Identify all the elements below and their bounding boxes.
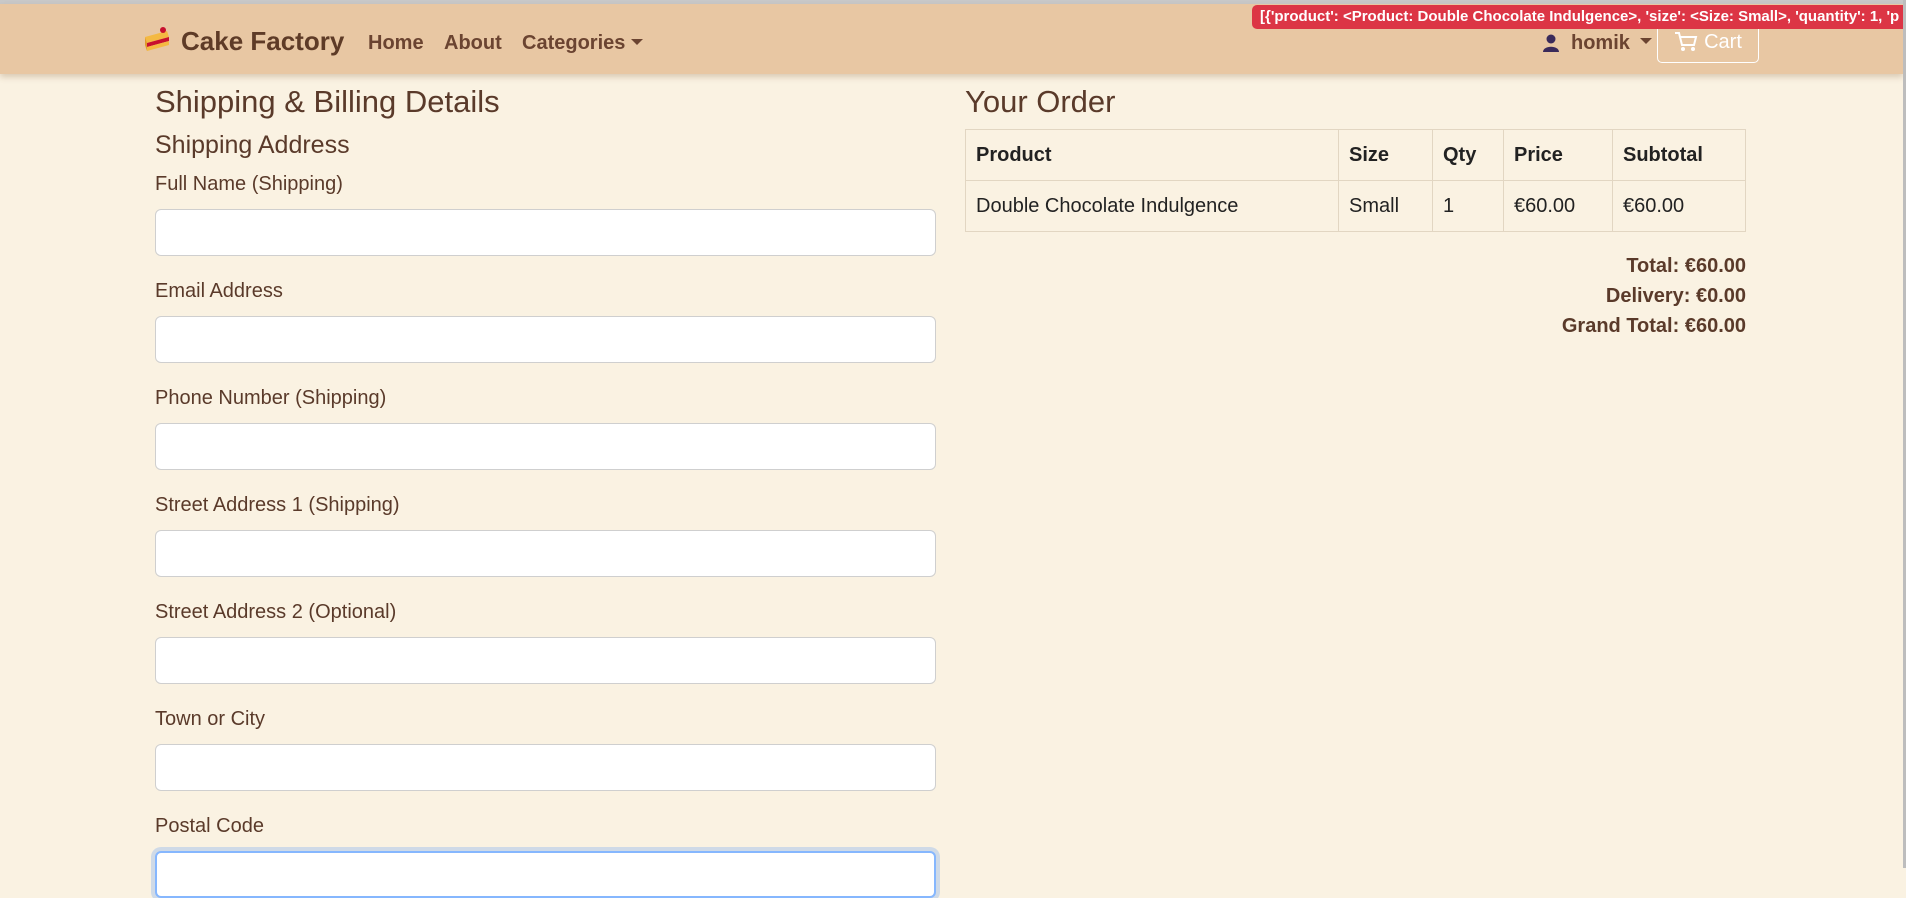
column-qty: Qty: [1432, 129, 1504, 181]
nav-about-link[interactable]: About: [444, 31, 502, 55]
nav-home-link[interactable]: Home: [368, 31, 424, 55]
cell-qty: 1: [1432, 180, 1504, 232]
email-label: Email Address: [155, 280, 283, 302]
user-name: homik: [1571, 31, 1630, 54]
cart-label: Cart: [1704, 30, 1742, 53]
cell-product: Double Chocolate Indulgence: [965, 180, 1339, 232]
brand-link[interactable]: Cake Factory: [141, 24, 344, 58]
street-address-2-label: Street Address 2 (Optional): [155, 601, 397, 623]
brand-name: Cake Factory: [181, 25, 345, 56]
shipping-address-heading: Shipping Address: [155, 131, 350, 159]
cake-slice-icon: [145, 27, 169, 51]
town-city-input[interactable]: [155, 744, 936, 791]
order-heading: Your Order: [965, 84, 1116, 119]
email-input[interactable]: [155, 316, 936, 363]
order-table-header: Product Size Qty Price Subtotal: [965, 129, 1746, 181]
cell-size: Small: [1338, 180, 1433, 232]
user-menu-dropdown[interactable]: homik: [1541, 31, 1652, 55]
cell-subtotal: €60.00: [1612, 180, 1746, 232]
phone-input[interactable]: [155, 423, 936, 470]
street-address-2-input[interactable]: [155, 637, 936, 684]
town-city-label: Town or City: [155, 708, 266, 730]
caret-down-icon: [631, 38, 644, 45]
phone-label: Phone Number (Shipping): [155, 387, 387, 409]
nav-categories-dropdown[interactable]: Categories: [522, 31, 644, 55]
debug-message-badge: [{'product': <Product: Double Chocolate …: [1252, 5, 1906, 29]
user-icon: [1543, 34, 1559, 52]
postal-code-input[interactable]: [155, 851, 936, 898]
nav-categories-label: Categories: [522, 32, 626, 54]
cart-icon: [1675, 32, 1698, 51]
full-name-label: Full Name (Shipping): [155, 173, 343, 195]
column-price: Price: [1503, 129, 1613, 181]
checkout-heading: Shipping & Billing Details: [155, 84, 500, 119]
column-subtotal: Subtotal: [1612, 129, 1746, 181]
table-row: Double Chocolate Indulgence Small 1 €60.…: [965, 180, 1746, 232]
caret-down-icon: [1639, 38, 1652, 44]
column-size: Size: [1338, 129, 1433, 181]
street-address-1-label: Street Address 1 (Shipping): [155, 494, 400, 516]
full-name-input[interactable]: [155, 209, 936, 256]
order-table: Product Size Qty Price Subtotal Double C…: [965, 129, 1746, 232]
street-address-1-input[interactable]: [155, 530, 936, 577]
order-grand-total: Grand Total: €60.00: [1561, 315, 1746, 337]
order-total: Total: €60.00: [1626, 255, 1746, 277]
cell-price: €60.00: [1503, 180, 1613, 232]
order-delivery: Delivery: €0.00: [1605, 285, 1746, 307]
column-product: Product: [965, 129, 1339, 181]
postal-code-label: Postal Code: [155, 815, 264, 837]
